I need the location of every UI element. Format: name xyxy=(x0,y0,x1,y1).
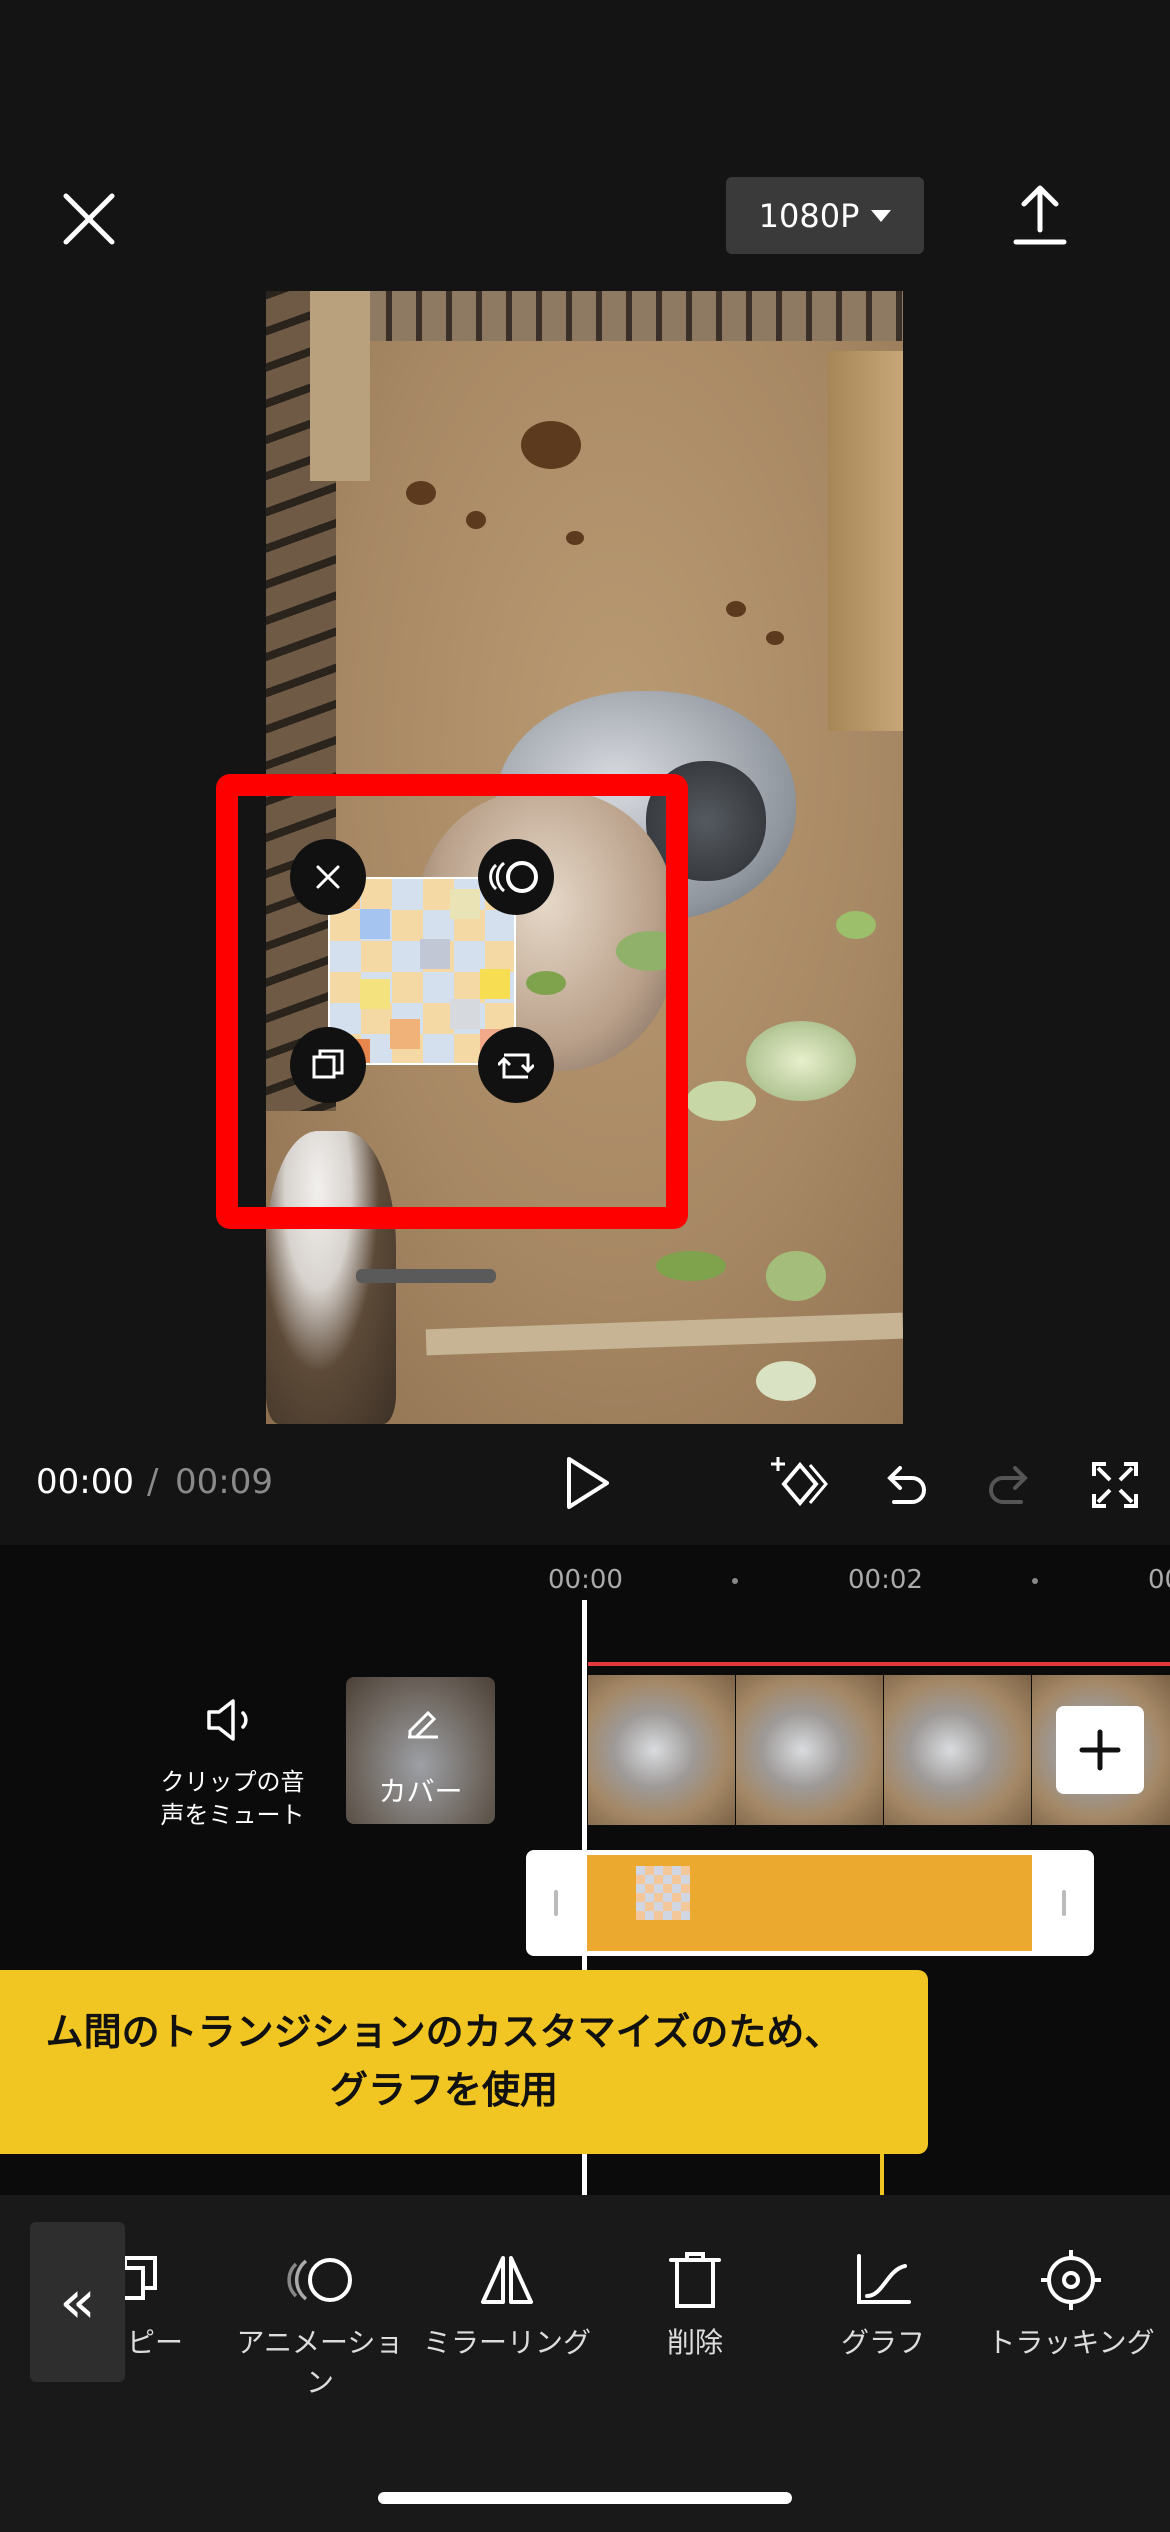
mute-clip-audio-label[interactable]: クリップの音声をミュート xyxy=(150,1766,315,1832)
graph-label: グラフ xyxy=(840,2326,925,2359)
mirror-icon xyxy=(412,2245,602,2315)
current-time: 00:00 xyxy=(36,1462,134,1502)
trim-handle-left[interactable] xyxy=(554,1890,558,1916)
redo-icon[interactable] xyxy=(985,1458,1035,1510)
delete-label: 削除 xyxy=(666,2326,723,2359)
graph-icon xyxy=(788,2245,978,2315)
upload-icon[interactable] xyxy=(1010,182,1070,248)
dirt-clump xyxy=(766,631,784,645)
animation-icon xyxy=(225,2245,415,2315)
tracking-tool-button[interactable]: トラッキング xyxy=(976,2245,1166,2363)
add-clip-button[interactable] xyxy=(1056,1706,1144,1794)
clip-frame[interactable] xyxy=(884,1675,1031,1825)
graph-tool-button[interactable]: グラフ xyxy=(788,2245,978,2363)
home-indicator xyxy=(378,2492,792,2504)
delete-tool-button[interactable]: 削除 xyxy=(600,2245,790,2363)
dirt-clump xyxy=(521,421,581,469)
undo-icon[interactable] xyxy=(880,1458,930,1510)
pipe xyxy=(356,1269,496,1283)
time-separator: / xyxy=(147,1462,159,1502)
cabbage-leaf xyxy=(756,1361,816,1401)
mirror-label: ミラーリング xyxy=(422,2326,591,2359)
annotation-highlight-box xyxy=(216,774,688,1229)
board-right xyxy=(828,351,903,731)
ruler-label: 00:02 xyxy=(848,1565,923,1595)
cover-label: カバー xyxy=(378,1775,463,1808)
plus-icon xyxy=(1079,1729,1121,1771)
resolution-value: 1080P xyxy=(758,196,860,235)
speaker-icon[interactable] xyxy=(205,1697,259,1743)
cabbage-leaf xyxy=(656,1251,726,1281)
mirror-tool-button[interactable]: ミラーリング xyxy=(412,2245,602,2363)
ruler-label: 00 xyxy=(1148,1565,1170,1595)
ruler-label: 00:00 xyxy=(548,1565,623,1595)
delete-icon xyxy=(600,2245,790,2315)
tooltip-line-1: ム間のトランジションのカスタマイズのため、 xyxy=(45,2010,843,2054)
close-icon[interactable] xyxy=(60,190,118,248)
clip-marker-line xyxy=(588,1662,1170,1666)
fullscreen-icon[interactable] xyxy=(1090,1460,1140,1510)
animation-tool-button[interactable]: アニメーション xyxy=(225,2245,415,2403)
resolution-dropdown[interactable]: 1080P xyxy=(726,177,924,254)
cabbage-leaf xyxy=(836,911,876,939)
dirt-clump xyxy=(726,601,746,617)
total-time: 00:09 xyxy=(175,1462,273,1502)
clip-frame[interactable] xyxy=(588,1675,735,1825)
dirt-clump xyxy=(466,511,486,529)
pencil-icon xyxy=(408,1710,438,1739)
cabbage-leaf xyxy=(686,1081,756,1121)
clip-frame[interactable] xyxy=(736,1675,883,1825)
sticker-thumbnail xyxy=(636,1866,690,1920)
collapse-toolbar-button[interactable]: « xyxy=(30,2222,125,2382)
graph-tooltip: ム間のトランジションのカスタマイズのため、 グラフを使用 xyxy=(0,1970,928,2154)
ruler-dot xyxy=(1032,1578,1038,1584)
wood-plank xyxy=(425,1312,903,1356)
play-icon[interactable] xyxy=(563,1455,613,1511)
post-left xyxy=(310,291,370,481)
cabbage-leaf xyxy=(766,1251,826,1301)
animation-label: アニメーション xyxy=(236,2326,404,2399)
tracking-label: トラッキング xyxy=(987,2326,1155,2359)
keyframe-icon[interactable] xyxy=(770,1455,830,1513)
caret-down-icon xyxy=(871,209,892,222)
tracking-icon xyxy=(976,2245,1166,2315)
cabbage-leaf xyxy=(746,1021,856,1101)
double-chevron-left-icon: « xyxy=(59,2267,96,2337)
dirt-clump xyxy=(566,531,584,545)
dirt-clump xyxy=(406,481,436,505)
trim-handle-right[interactable] xyxy=(1062,1890,1066,1916)
ruler-dot xyxy=(732,1578,738,1584)
tooltip-line-2: グラフを使用 xyxy=(329,2068,558,2112)
